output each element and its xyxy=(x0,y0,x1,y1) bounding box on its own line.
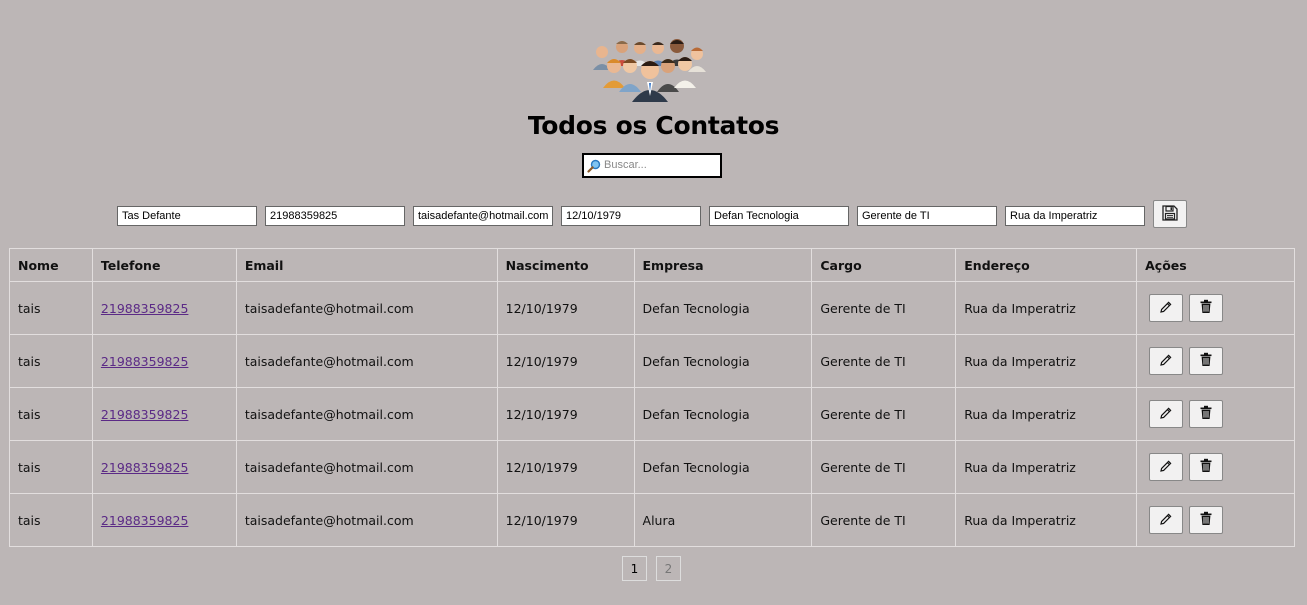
pagination: 1 2 xyxy=(622,556,681,581)
table-row: tais 21988359825 taisadefante@hotmail.com 1… xyxy=(9,334,1295,388)
search-input[interactable] xyxy=(604,156,716,174)
cell-email: taisadefante@hotmail.com xyxy=(235,440,498,494)
people-group-icon xyxy=(590,36,714,102)
header-nome: Nome xyxy=(9,248,93,282)
pencil-icon xyxy=(1159,512,1173,529)
nome-field[interactable] xyxy=(117,206,257,226)
cell-nascimento: 12/10/1979 xyxy=(496,440,635,494)
cell-nome: tais xyxy=(9,493,93,547)
cell-endereco: Rua da Imperatriz xyxy=(955,334,1138,388)
table-row: tais 21988359825 taisadefante@hotmail.com 1… xyxy=(9,281,1295,335)
delete-button[interactable] xyxy=(1189,294,1224,322)
cell-empresa: Defan Tecnologia xyxy=(633,281,813,335)
cell-endereco: Rua da Imperatriz xyxy=(955,440,1138,494)
cell-acoes xyxy=(1136,334,1295,388)
cell-telefone: 21988359825 xyxy=(91,493,237,547)
cell-endereco: Rua da Imperatriz xyxy=(955,387,1138,441)
cell-nome: tais xyxy=(9,334,93,388)
table-row: tais 21988359825 taisadefante@hotmail.com 1… xyxy=(9,440,1295,494)
header-acoes: Ações xyxy=(1136,248,1295,282)
cell-nascimento: 12/10/1979 xyxy=(496,493,635,547)
trash-icon xyxy=(1199,511,1213,529)
cell-nascimento: 12/10/1979 xyxy=(496,334,635,388)
pencil-icon xyxy=(1159,406,1173,423)
cell-empresa: Defan Tecnologia xyxy=(633,334,813,388)
cell-empresa: Alura xyxy=(633,493,813,547)
cell-endereco: Rua da Imperatriz xyxy=(955,493,1138,547)
delete-button[interactable] xyxy=(1189,453,1224,481)
cell-email: taisadefante@hotmail.com xyxy=(235,387,498,441)
cell-acoes xyxy=(1136,493,1295,547)
trash-icon xyxy=(1199,352,1213,370)
cell-empresa: Defan Tecnologia xyxy=(633,387,813,441)
cargo-field[interactable] xyxy=(857,206,997,226)
cell-telefone: 21988359825 xyxy=(91,334,237,388)
edit-button[interactable] xyxy=(1149,453,1184,481)
cell-nome: tais xyxy=(9,281,93,335)
trash-icon xyxy=(1199,458,1213,476)
empresa-field[interactable] xyxy=(709,206,849,226)
contacts-table: Nome Telefone Email Nascimento Empresa C… xyxy=(9,248,1295,547)
table-row: tais 21988359825 taisadefante@hotmail.com 1… xyxy=(9,387,1295,441)
search-box[interactable] xyxy=(582,153,722,178)
page-title: Todos os Contatos xyxy=(527,111,780,140)
trash-icon xyxy=(1199,299,1213,317)
header-telefone: Telefone xyxy=(91,248,237,282)
edit-button[interactable] xyxy=(1149,294,1184,322)
cell-acoes xyxy=(1136,281,1295,335)
telefone-link[interactable]: 21988359825 xyxy=(101,460,188,475)
search-icon xyxy=(587,158,601,173)
cell-telefone: 21988359825 xyxy=(91,387,237,441)
cell-nascimento: 12/10/1979 xyxy=(496,387,635,441)
telefone-link[interactable]: 21988359825 xyxy=(101,513,188,528)
cell-cargo: Gerente de TI xyxy=(811,440,957,494)
cell-email: taisadefante@hotmail.com xyxy=(235,334,498,388)
cell-acoes xyxy=(1136,440,1295,494)
pencil-icon xyxy=(1159,300,1173,317)
edit-button[interactable] xyxy=(1149,400,1184,428)
cell-nome: tais xyxy=(9,387,93,441)
trash-icon xyxy=(1199,405,1213,423)
header-endereco: Endereço xyxy=(955,248,1138,282)
pencil-icon xyxy=(1159,459,1173,476)
header-empresa: Empresa xyxy=(633,248,813,282)
telefone-link[interactable]: 21988359825 xyxy=(101,301,188,316)
cell-cargo: Gerente de TI xyxy=(811,334,957,388)
cell-empresa: Defan Tecnologia xyxy=(633,440,813,494)
cell-telefone: 21988359825 xyxy=(91,281,237,335)
table-row: tais 21988359825 taisadefante@hotmail.com 1… xyxy=(9,493,1295,547)
page-button-2[interactable]: 2 xyxy=(656,556,681,581)
pencil-icon xyxy=(1159,353,1173,370)
telefone-link[interactable]: 21988359825 xyxy=(101,407,188,422)
email-field[interactable] xyxy=(413,206,553,226)
table-header-row: Nome Telefone Email Nascimento Empresa C… xyxy=(9,248,1295,282)
delete-button[interactable] xyxy=(1189,347,1224,375)
header-nascimento: Nascimento xyxy=(496,248,635,282)
cell-email: taisadefante@hotmail.com xyxy=(235,281,498,335)
cell-telefone: 21988359825 xyxy=(91,440,237,494)
delete-button[interactable] xyxy=(1189,506,1224,534)
delete-button[interactable] xyxy=(1189,400,1224,428)
endereco-field[interactable] xyxy=(1005,206,1145,226)
edit-button[interactable] xyxy=(1149,506,1184,534)
cell-cargo: Gerente de TI xyxy=(811,387,957,441)
cell-cargo: Gerente de TI xyxy=(811,281,957,335)
telefone-field[interactable] xyxy=(265,206,405,226)
cell-nascimento: 12/10/1979 xyxy=(496,281,635,335)
nascimento-field[interactable] xyxy=(561,206,701,226)
cell-email: taisadefante@hotmail.com xyxy=(235,493,498,547)
cell-endereco: Rua da Imperatriz xyxy=(955,281,1138,335)
page-button-1[interactable]: 1 xyxy=(622,556,647,581)
cell-nome: tais xyxy=(9,440,93,494)
save-button[interactable] xyxy=(1153,200,1187,228)
header-email: Email xyxy=(235,248,498,282)
header-cargo: Cargo xyxy=(811,248,957,282)
cell-acoes xyxy=(1136,387,1295,441)
edit-button[interactable] xyxy=(1149,347,1184,375)
telefone-link[interactable]: 21988359825 xyxy=(101,354,188,369)
cell-cargo: Gerente de TI xyxy=(811,493,957,547)
floppy-disk-icon xyxy=(1161,204,1179,225)
